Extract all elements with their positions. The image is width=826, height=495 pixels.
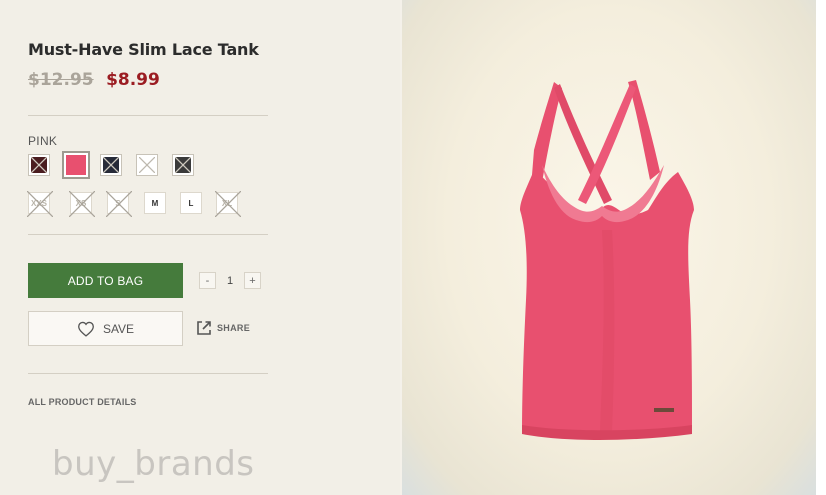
swatch-pink[interactable] (62, 151, 90, 179)
swatch-navy[interactable] (100, 154, 122, 176)
watermark: buy_brands (52, 444, 255, 484)
unavailable-cross-icon (106, 191, 132, 217)
product-image[interactable] (402, 0, 816, 495)
share-label: SHARE (217, 323, 251, 333)
swatch-white[interactable] (136, 154, 158, 176)
page-edge (816, 0, 826, 495)
price-row: $12.95 $8.99 (28, 70, 160, 90)
swatch-fill (103, 157, 119, 173)
size-label: M (151, 198, 159, 208)
divider (28, 234, 268, 235)
unavailable-cross-icon (175, 157, 191, 173)
swatch-fill (31, 157, 47, 173)
swatch-fill (175, 157, 191, 173)
unavailable-cross-icon (31, 157, 47, 173)
swatch-charcoal[interactable] (172, 154, 194, 176)
save-button[interactable]: SAVE (28, 311, 183, 346)
divider (28, 115, 268, 116)
size-option-xl[interactable]: XL (215, 191, 241, 217)
sale-price: $8.99 (106, 70, 160, 90)
original-price: $12.95 (28, 70, 94, 90)
quantity-value[interactable]: 1 (220, 272, 240, 289)
swatch-fill (139, 157, 155, 173)
swatch-burgundy[interactable] (28, 154, 50, 176)
product-title: Must-Have Slim Lace Tank (28, 40, 259, 59)
quantity-decrement-button[interactable]: - (199, 272, 216, 289)
size-option-xxs[interactable]: XXS (27, 191, 53, 217)
selected-color-label: PINK (28, 134, 58, 148)
size-option-xs[interactable]: XS (69, 191, 95, 217)
share-button[interactable]: SHARE (196, 320, 250, 336)
all-product-details-link[interactable]: ALL PRODUCT DETAILS (28, 397, 136, 407)
quantity-increment-button[interactable]: + (244, 272, 261, 289)
unavailable-cross-icon (69, 191, 95, 217)
add-to-bag-button[interactable]: ADD TO BAG (28, 263, 183, 298)
product-info-panel: Must-Have Slim Lace Tank $12.95 $8.99 PI… (0, 0, 400, 495)
swatch-fill (66, 155, 86, 175)
save-label: SAVE (102, 321, 135, 336)
tank-top-illustration (520, 80, 694, 440)
share-icon (197, 321, 211, 335)
unavailable-cross-icon (27, 191, 53, 217)
divider (28, 373, 268, 374)
size-option-l[interactable]: L (180, 192, 202, 214)
unavailable-cross-icon (215, 191, 241, 217)
unavailable-cross-icon (103, 157, 119, 173)
size-option-s[interactable]: S (106, 191, 132, 217)
size-option-m[interactable]: M (144, 192, 166, 214)
size-label: L (188, 198, 194, 208)
unavailable-cross-icon (139, 157, 155, 173)
heart-icon (78, 321, 94, 337)
